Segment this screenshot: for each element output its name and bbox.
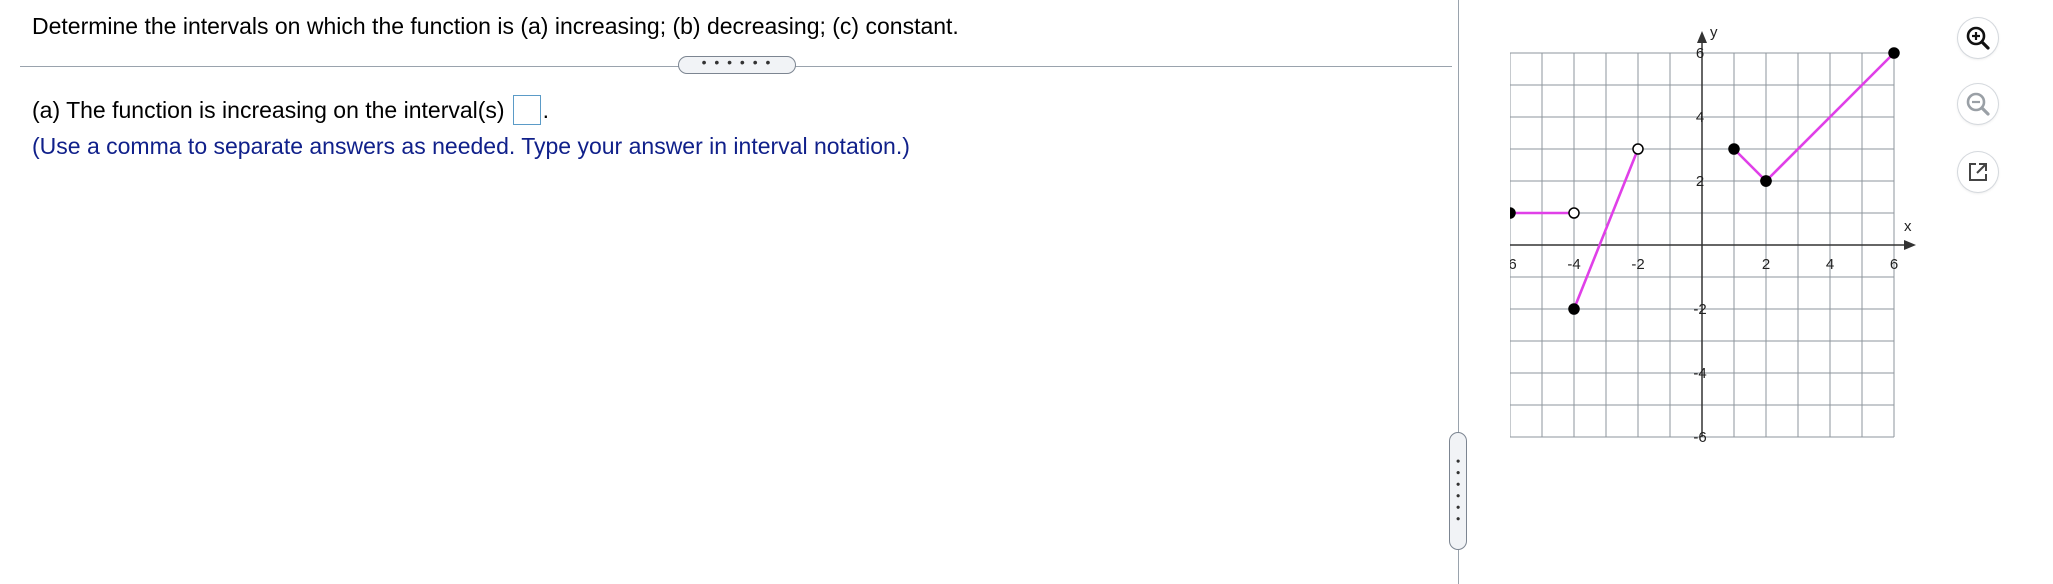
y-axis-arrow — [1697, 31, 1707, 43]
x-tick-label: -6 — [1510, 256, 1517, 273]
open-external-icon — [1969, 163, 1987, 181]
closed-endpoint — [1888, 47, 1900, 59]
zoom-in-button[interactable] — [1958, 18, 1998, 58]
function-segment — [1732, 147, 1768, 183]
x-tick-label: 6 — [1890, 256, 1898, 273]
question-prompt: Determine the intervals on which the fun… — [32, 13, 959, 39]
increasing-interval-answer-box[interactable] — [512, 95, 541, 125]
closed-endpoint — [1568, 303, 1580, 315]
x-tick-label: -2 — [1631, 256, 1644, 273]
y-tick-label: 2 — [1696, 173, 1704, 190]
y-tick-label: -6 — [1693, 429, 1706, 446]
part-a-text: (a) The function is increasing on the in… — [32, 97, 505, 123]
question-pane: Determine the intervals on which the fun… — [0, 0, 1458, 584]
y-tick-label: -4 — [1693, 365, 1706, 382]
open-endpoint — [1632, 143, 1644, 155]
y-tick-label: 4 — [1696, 109, 1704, 126]
function-graph: x y -6 -4 -2 2 4 6 6 4 2 -2 -4 -6 — [1510, 24, 1916, 446]
pane-resize-handle[interactable]: • • • • • • — [1449, 432, 1467, 550]
part-a-hint: (Use a comma to separate answers as need… — [32, 133, 910, 159]
y-tick-label: 6 — [1696, 45, 1704, 62]
y-tick-label: -2 — [1693, 301, 1706, 318]
x-tick-label: 2 — [1762, 256, 1770, 273]
x-axis-label: x — [1904, 218, 1912, 235]
x-axis-arrow — [1904, 240, 1916, 250]
part-a-period: . — [542, 97, 549, 123]
y-axis-label: y — [1710, 24, 1718, 41]
x-tick-label: 4 — [1826, 256, 1834, 273]
pane-resize-handle-dots: • • • • • • — [1451, 459, 1465, 523]
x-tick-label: -4 — [1567, 256, 1580, 273]
zoom-in-icon — [1966, 26, 1990, 50]
closed-endpoint — [1510, 207, 1516, 219]
open-endpoint — [1568, 207, 1580, 219]
closed-endpoint — [1760, 175, 1772, 187]
part-a-line: (a) The function is increasing on the in… — [32, 95, 549, 125]
closed-endpoint — [1728, 143, 1740, 155]
zoom-out-button[interactable] — [1958, 84, 1998, 124]
expand-divider-button[interactable]: • • • • • • — [678, 55, 796, 74]
zoom-out-icon — [1966, 92, 1990, 116]
open-in-new-window-button[interactable] — [1958, 152, 1998, 192]
